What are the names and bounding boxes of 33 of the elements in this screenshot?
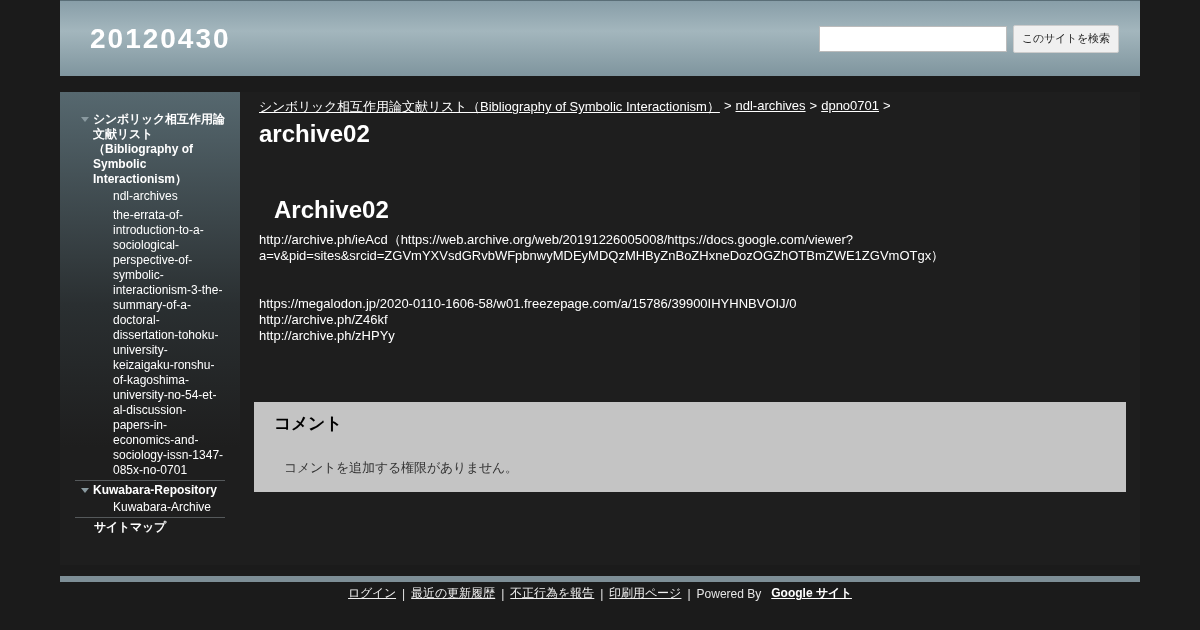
url-text: http://archive.ph/zHPYy [259,328,396,344]
sidebar-item[interactable]: Kuwabara-Repository [93,483,218,498]
breadcrumb-separator: > [723,98,732,115]
footer-separator: | [687,586,691,601]
search-field[interactable] [819,25,1007,52]
page-title: archive02 [259,120,371,148]
powered-by-text: Powered By [696,586,762,601]
breadcrumb-separator: > [809,98,818,115]
url-text: http://archive.ph/ieAcd（https://web.archive.org/web/20191226005008/https://docs.google.com/viewer?a=v&pid=sites&srcid=ZGVmYXVsdGRvbWFpbnwyMDEyMDQzMHByZnBoZHxneDozOGZhOTBmZWE1ZGVmOTgx） [259,232,946,264]
url-text: http://archive.ph/Z46kf [259,312,389,328]
sidebar-subitem[interactable]: ndl-archives [75,187,225,206]
brand-link[interactable]: Google サイト [771,585,852,602]
footer-link[interactable]: 印刷用ページ [609,585,682,602]
triangle-icon[interactable] [81,488,89,493]
breadcrumb-separator: > [883,98,891,115]
footer-separator: | [501,586,505,601]
sidebar-item[interactable]: サイトマップ [94,520,166,535]
footer-separator: | [600,586,604,601]
footer-separator: | [402,586,406,601]
url-text: https://megalodon.jp/2020-0110-1606-58/w01.freezepage.com/a/15786/39900IHYHNBVOIJ/0 [259,296,798,312]
footer-link[interactable]: 不正行為を報告 [510,585,595,602]
footer-link[interactable]: 最近の更新履歴 [411,585,496,602]
comments-title: コメント [274,413,343,435]
comments-message: コメントを追加する権限がありません。 [284,459,519,477]
breadcrumb-link[interactable]: dpno0701 [821,98,879,116]
sidebar-subitem[interactable]: the-errata-of-introduction-to-a-sociological-perspective-of-symbolic-interactionism-3-the-summary-of-a-doctoral-dissertation-tohoku-university-keizaigaku-ronshu-of-kagoshima-university-no-54-et-al-discussion-papers-in-economics-and-sociology-issn-1347-085x-no-0701 [75,206,225,480]
breadcrumb-link[interactable]: ndl-archives [735,98,806,116]
content-heading: Archive02 [274,196,390,224]
site-title: 20120430 [90,22,231,55]
sidebar-subitem[interactable]: Kuwabara-Archive [75,498,225,517]
search-button[interactable]: このサイトを検索 [1013,24,1119,53]
breadcrumb-link[interactable]: シンボリック相互作用論文献リスト（Bibliography of Symbolic Interactionism） [259,98,720,116]
footer-link[interactable]: ログイン [348,585,397,602]
